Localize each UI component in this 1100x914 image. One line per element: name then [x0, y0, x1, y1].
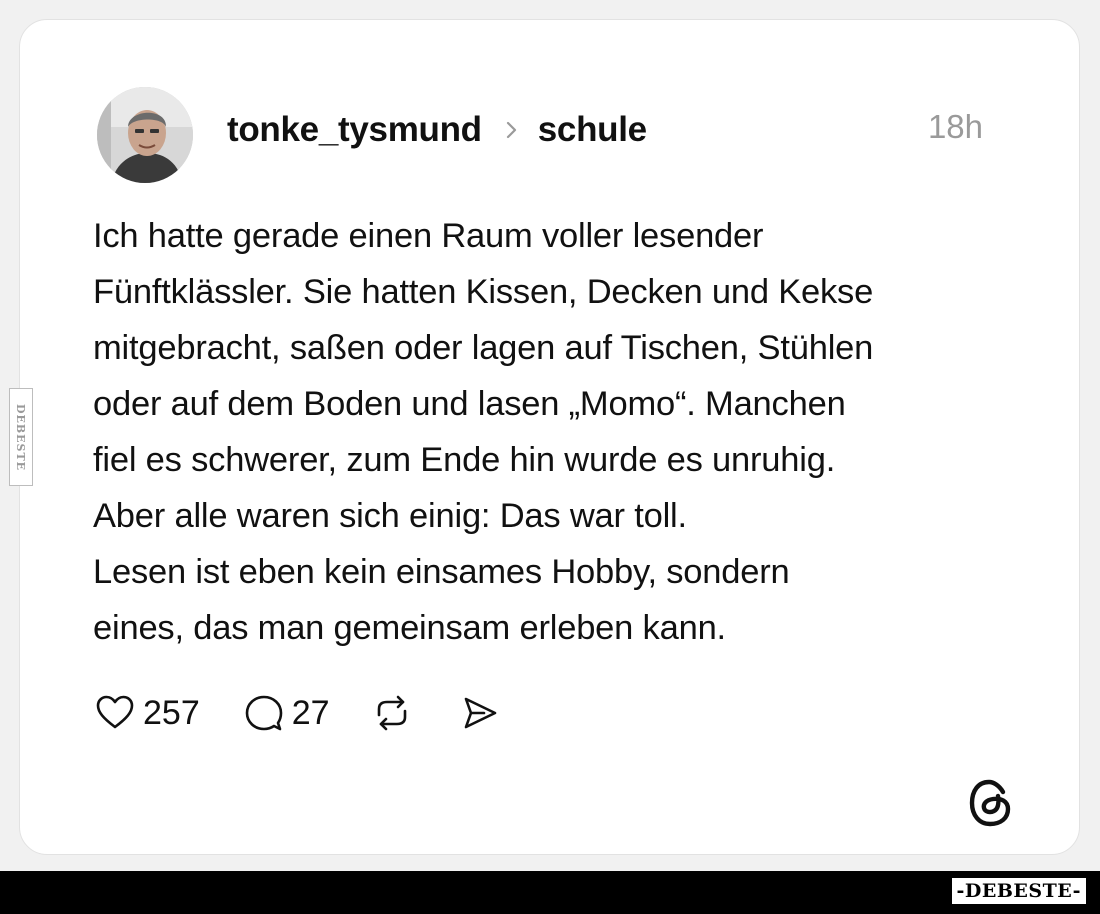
- repost-button[interactable]: [372, 693, 412, 733]
- watermark-logo: -DEBESTE-: [951, 878, 1086, 904]
- send-icon: [464, 697, 496, 729]
- chevron-right-icon: [506, 121, 516, 139]
- username[interactable]: tonke_tysmund: [227, 110, 482, 150]
- post-text-line: eines, das man gemeinsam erleben kann.: [93, 609, 726, 647]
- post-actions: 257 27: [95, 687, 500, 739]
- repost-icon: [377, 695, 406, 731]
- post-text-line: Aber alle waren sich einig: Das war toll…: [93, 497, 687, 535]
- share-button[interactable]: [460, 693, 500, 733]
- post-text-line: mitgebracht, saßen oder lagen auf Tische…: [93, 329, 874, 367]
- topic-tag[interactable]: schule: [538, 110, 647, 150]
- reply-count: 27: [291, 693, 330, 732]
- post-text-line: Lesen ist eben kein einsames Hobby, sond…: [93, 553, 790, 591]
- side-watermark-text: DEBESTE: [14, 403, 28, 471]
- post-body: Ich hatte gerade einen Raum voller lesen…: [93, 208, 1053, 656]
- post-card: tonke_tysmund schule 18h Ich hatte gerad…: [19, 19, 1080, 855]
- post-text-line: fiel es schwerer, zum Ende hin wurde es …: [93, 441, 836, 479]
- like-button[interactable]: 257: [95, 693, 200, 733]
- post-text-line: oder auf dem Boden und lasen „Momo“. Man…: [93, 385, 846, 423]
- post-text-line: Ich hatte gerade einen Raum voller lesen…: [93, 217, 764, 255]
- footer-bar: -DEBESTE-: [0, 871, 1100, 914]
- side-watermark: DEBESTE: [9, 388, 33, 486]
- post-header: tonke_tysmund schule: [227, 106, 647, 154]
- comment-bubble-icon: [245, 695, 283, 731]
- post-text-line: Fünftklässler. Sie hatten Kissen, Decken…: [93, 273, 874, 311]
- heart-icon: [96, 695, 134, 729]
- avatar[interactable]: [97, 87, 193, 183]
- post-timestamp: 18h: [927, 108, 983, 145]
- threads-logo-icon[interactable]: [966, 777, 1016, 829]
- like-count: 257: [143, 693, 200, 732]
- reply-button[interactable]: 27: [244, 693, 330, 733]
- avatar-photo: [97, 87, 193, 183]
